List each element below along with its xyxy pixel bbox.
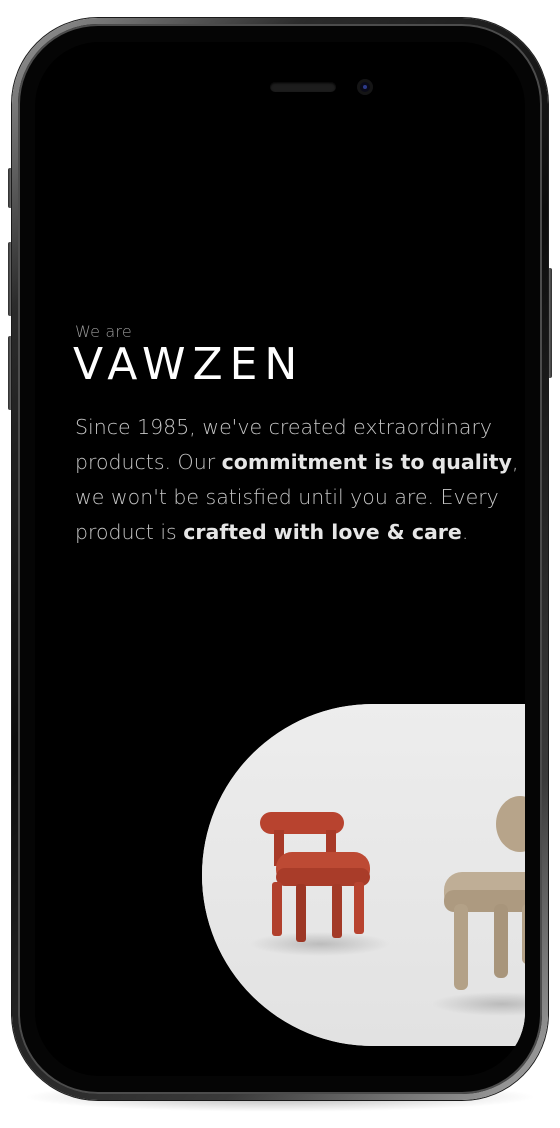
product-image-chairs (202, 704, 525, 1046)
intro-highlight-quality: commitment is to quality (221, 450, 512, 474)
phone-frame: We are VAWZEN Since 1985, we've created … (12, 18, 548, 1100)
intro-highlight-crafted: crafted with love & care (183, 520, 462, 544)
brand-title: VAWZEN (73, 339, 305, 390)
phone-screen: We are VAWZEN Since 1985, we've created … (35, 42, 525, 1076)
chairs-illustration (202, 704, 525, 1046)
hero-intro-text: Since 1985, we've created extraordinary … (75, 410, 525, 550)
front-camera-icon (357, 79, 373, 95)
speaker-grille (270, 82, 336, 92)
intro-text-part: . (461, 520, 469, 544)
